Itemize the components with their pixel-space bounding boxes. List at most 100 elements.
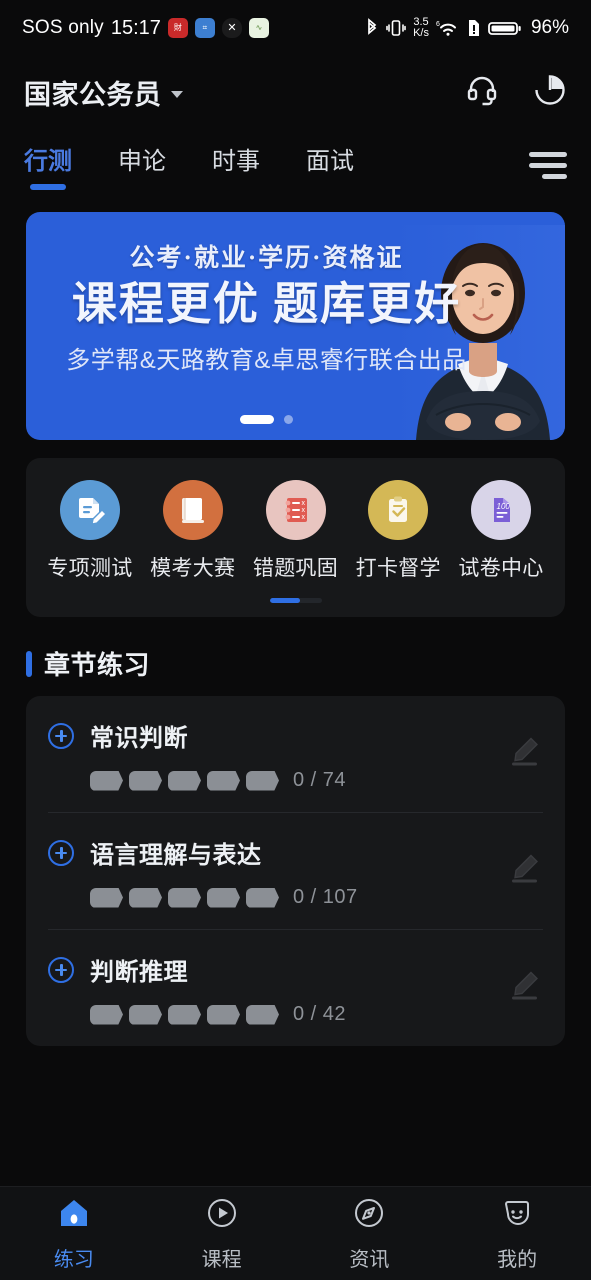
vibrate-icon xyxy=(386,18,406,38)
progress-segment xyxy=(168,770,201,791)
tab-shenlun[interactable]: 申论 xyxy=(118,141,166,190)
banner-subtitle: 多学帮&天路教育&卓思睿行联合出品 xyxy=(66,346,467,374)
tab-label: 时事 xyxy=(212,147,260,175)
quick-action-label: 打卡督学 xyxy=(355,557,441,580)
chapter-name: 常识判断 xyxy=(90,725,188,752)
network-rate: 3.5 K/s xyxy=(413,16,429,39)
plus-circle-icon[interactable] xyxy=(48,956,74,983)
battery-percent-label: 96% xyxy=(530,17,569,38)
tab-active-underline xyxy=(30,183,66,190)
chapter-header: 常识判断 xyxy=(48,718,543,753)
chapter-list: 常识判断 0 / 74 语言理解与表达 0 / 107 判断推理 0 / 42 xyxy=(26,696,565,1046)
pencil-icon[interactable] xyxy=(501,729,547,780)
quick-actions-panel: 专项测试 模考大赛 x x x 错题巩固 打卡督学 100 试卷中心 xyxy=(26,458,565,617)
nav-label: 练习 xyxy=(53,1248,94,1271)
document-pencil-icon xyxy=(60,480,120,540)
shield-app-icon xyxy=(221,18,242,38)
red-app-icon: 財 xyxy=(167,18,188,38)
progress-segments xyxy=(90,887,279,908)
tab-xingce[interactable]: 行测 xyxy=(24,141,72,190)
section-accent-bar xyxy=(26,650,32,677)
quick-action-mock-exam[interactable]: 模考大赛 xyxy=(143,480,243,582)
exam-paper-100-icon: 100 xyxy=(471,480,531,540)
exam-category-selector[interactable]: 国家公务员 xyxy=(24,73,183,112)
status-bar: SOS only 15:17 財 ⌗ ∿ 3.5K/s 6 xyxy=(0,0,591,56)
bluetooth-icon xyxy=(365,18,379,38)
chapter-row-common-sense[interactable]: 常识判断 0 / 74 xyxy=(48,696,543,812)
app-header: 国家公务员 xyxy=(0,56,591,128)
chapter-name: 判断推理 xyxy=(90,959,188,986)
progress-segments xyxy=(90,1004,279,1025)
progress-segment xyxy=(246,770,279,791)
banner-text-block: 公考·就业·学历·资格证 课程更优 题库更好 多学帮&天路教育&卓思睿行联合出品 xyxy=(26,238,565,375)
plus-circle-icon[interactable] xyxy=(48,722,74,749)
chapter-practice-section-header: 章节练习 xyxy=(26,645,565,682)
banner-dot[interactable] xyxy=(284,415,293,424)
wifi-icon: 6 xyxy=(436,18,460,38)
nav-item-practice[interactable]: 练习 xyxy=(0,1196,148,1272)
status-bar-right: 3.5 K/s 6 96% xyxy=(365,17,569,39)
pencil-icon[interactable] xyxy=(501,963,547,1014)
blue-app-icon: ⌗ xyxy=(194,18,215,38)
quick-actions-row: 专项测试 模考大赛 x x x 错题巩固 打卡督学 100 试卷中心 xyxy=(40,480,551,582)
quick-action-label: 专项测试 xyxy=(47,557,133,580)
nav-label: 我的 xyxy=(497,1248,538,1271)
progress-segment xyxy=(90,1004,123,1025)
chevron-down-icon xyxy=(170,90,183,98)
svg-text:x: x xyxy=(301,500,305,507)
progress-segment xyxy=(90,887,123,908)
quick-action-label: 模考大赛 xyxy=(150,557,236,580)
headset-icon[interactable] xyxy=(465,73,499,112)
chapter-name: 语言理解与表达 xyxy=(90,842,262,869)
nav-item-courses[interactable]: 课程 xyxy=(148,1196,296,1272)
list-menu-icon[interactable] xyxy=(529,151,567,179)
chapter-row-judgement[interactable]: 判断推理 0 / 42 xyxy=(48,929,543,1046)
quick-action-special-test[interactable]: 专项测试 xyxy=(40,480,140,582)
chapter-progress-count: 0 / 74 xyxy=(293,769,347,791)
nav-item-news[interactable]: 资讯 xyxy=(296,1196,444,1272)
progress-segment xyxy=(246,1004,279,1025)
chapter-header: 判断推理 xyxy=(48,952,543,987)
wrong-question-notebook-icon: x x x xyxy=(265,480,326,540)
svg-text:6: 6 xyxy=(436,21,440,28)
quick-action-paper-center[interactable]: 100 试卷中心 xyxy=(451,480,551,582)
carrier-label: SOS only xyxy=(22,17,104,38)
nav-label: 课程 xyxy=(201,1248,242,1271)
category-tabs: 行测 申论 时事 面试 xyxy=(0,128,591,202)
book-icon xyxy=(162,480,223,540)
banner-dot-active[interactable] xyxy=(240,415,274,424)
progress-segment xyxy=(207,1004,240,1025)
tab-shishi[interactable]: 时事 xyxy=(212,141,260,190)
banner-tagline: 公考·就业·学历·资格证 xyxy=(129,245,404,272)
profile-smile-icon xyxy=(500,1196,534,1235)
clock-label: 15:17 xyxy=(110,16,161,39)
quick-action-wrong-questions[interactable]: x x x 错题巩固 xyxy=(246,480,346,582)
compass-icon xyxy=(352,1196,386,1235)
status-bar-left: SOS only 15:17 財 ⌗ ∿ xyxy=(22,17,269,40)
pencil-icon[interactable] xyxy=(501,846,547,897)
nav-item-profile[interactable]: 我的 xyxy=(443,1196,591,1272)
chapter-progress: 0 / 74 xyxy=(90,769,543,792)
quick-actions-scroll-indicator xyxy=(269,598,322,603)
promo-banner[interactable]: 公考·就业·学历·资格证 课程更优 题库更好 多学帮&天路教育&卓思睿行联合出品 xyxy=(26,212,565,440)
progress-segment xyxy=(168,887,201,908)
home-icon xyxy=(57,1196,91,1235)
banner-headline: 课程更优 题库更好 xyxy=(71,279,462,329)
chapter-progress-count: 0 / 42 xyxy=(293,1003,347,1025)
green-app-icon: ∿ xyxy=(248,18,269,38)
quick-action-checkin-study[interactable]: 打卡督学 xyxy=(348,480,448,582)
battery-icon xyxy=(488,18,522,38)
progress-segment xyxy=(207,770,240,791)
tab-mianshi[interactable]: 面试 xyxy=(306,141,354,190)
chapter-progress: 0 / 42 xyxy=(90,1003,543,1026)
progress-segment xyxy=(129,887,162,908)
nav-label: 资讯 xyxy=(349,1248,390,1271)
plus-circle-icon[interactable] xyxy=(48,839,74,866)
chapter-row-verbal[interactable]: 语言理解与表达 0 / 107 xyxy=(48,812,543,929)
progress-segment xyxy=(168,1004,201,1025)
pie-chart-icon[interactable] xyxy=(533,73,567,112)
tab-label: 申论 xyxy=(118,147,166,175)
tab-label: 面试 xyxy=(306,147,354,175)
progress-segment xyxy=(90,770,123,791)
quick-action-label: 错题巩固 xyxy=(252,557,339,580)
